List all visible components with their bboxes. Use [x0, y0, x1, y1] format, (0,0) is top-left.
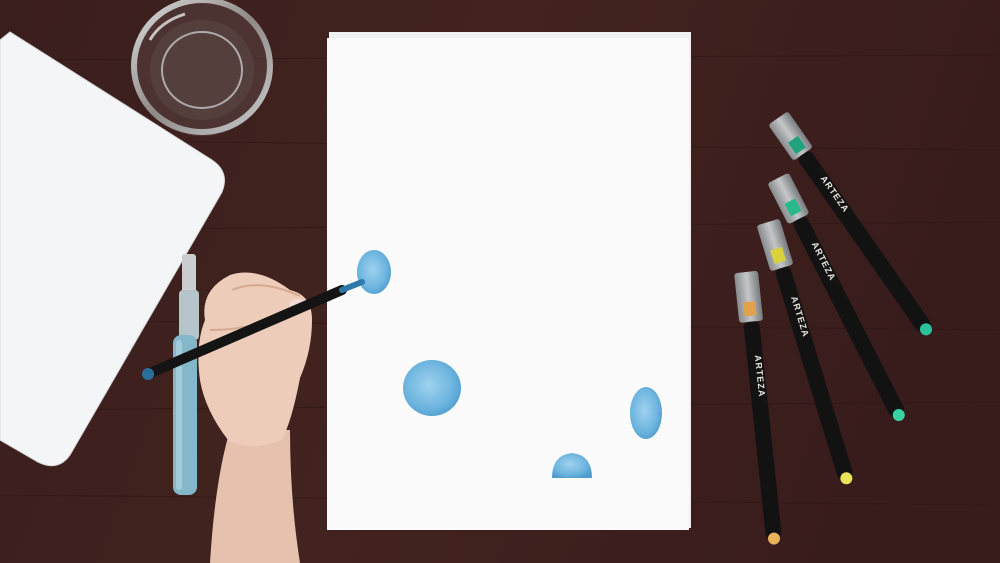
photo-scene: ARTEZA ARTEZA ARTEZA ARTEZA — [0, 0, 1000, 563]
paint-dot-right — [630, 387, 662, 439]
paint-dot-large — [403, 360, 461, 416]
scene-svg: ARTEZA ARTEZA ARTEZA ARTEZA — [0, 0, 1000, 563]
water-glass — [131, 0, 273, 136]
paint-dot-top — [357, 250, 391, 294]
